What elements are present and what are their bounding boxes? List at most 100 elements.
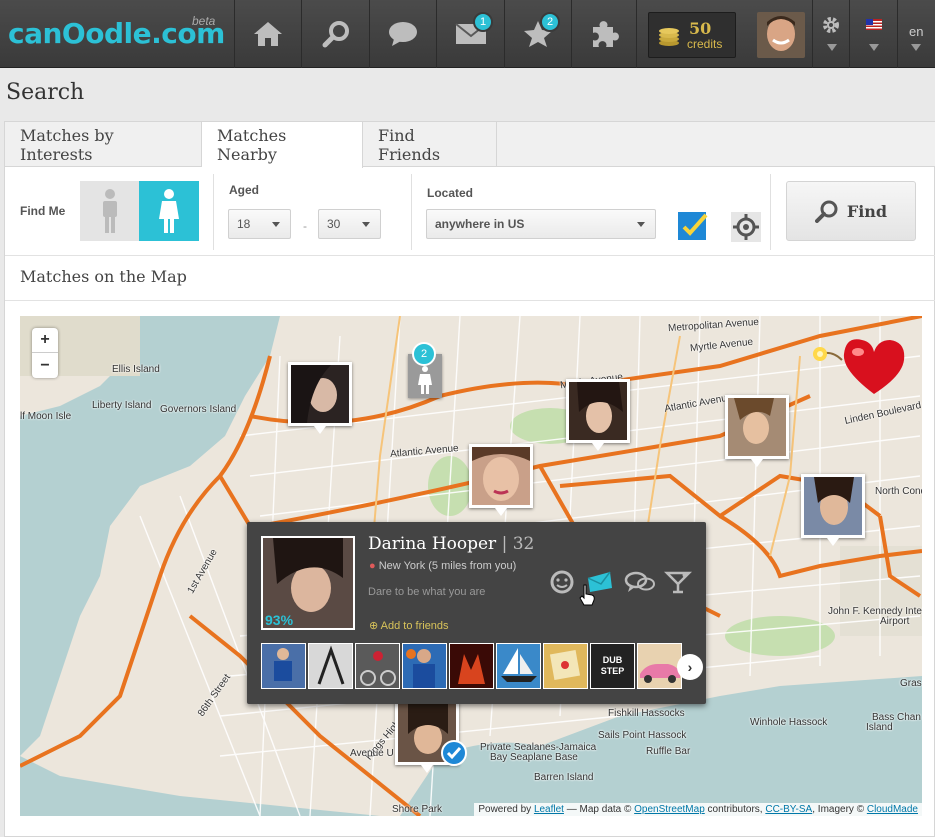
female-icon (418, 366, 432, 394)
search-icon (814, 200, 838, 223)
age-from-select[interactable]: 18 (228, 209, 291, 239)
age-separator: - (303, 219, 307, 233)
add-to-friends-link[interactable]: ⊕ Add to friends (369, 619, 449, 632)
interest-thumbnail[interactable] (402, 643, 447, 689)
chat-bubble-icon[interactable] (624, 570, 656, 594)
cocktail-icon[interactable] (664, 570, 692, 594)
attribution-text: Powered by (478, 804, 532, 815)
map-label: Avenue U (350, 748, 394, 759)
profile-photo (472, 447, 530, 505)
divider (411, 174, 412, 250)
user-avatar[interactable] (757, 12, 805, 58)
interest-thumbnail[interactable] (308, 643, 353, 689)
located-label: Located (427, 186, 474, 200)
profile-motto: Dare to be what you are (368, 586, 486, 598)
profile-popup: 93% Darina Hooper | 32 ● New York (5 mil… (247, 522, 706, 704)
profile-pin[interactable] (288, 362, 352, 434)
coins-icon (659, 28, 679, 46)
map-label: Shore Park (392, 804, 443, 815)
chevron-down-icon (637, 222, 645, 227)
zoom-in-button[interactable]: + (32, 328, 58, 353)
map-label: Ruffle Bar (646, 746, 691, 757)
attribution-text: , Imagery © (812, 804, 865, 815)
site-logo[interactable]: canOodle.com beta (0, 0, 235, 68)
map-label: Bay Seaplane Base (490, 752, 578, 763)
find-button-label: Find (846, 201, 888, 221)
attribution-text: — Map data © (563, 804, 632, 815)
tab-find-friends[interactable]: Find Friends (363, 122, 497, 167)
nav-apps-button[interactable] (572, 0, 637, 68)
attribution-text: contributors, (707, 804, 763, 815)
tab-bar: Matches by Interests Matches Nearby Find… (5, 122, 935, 168)
tab-matches-nearby[interactable]: Matches Nearby (202, 122, 363, 168)
nav-home-button[interactable] (235, 0, 302, 68)
chevron-down-icon (272, 222, 280, 227)
zoom-out-button[interactable]: − (32, 353, 58, 378)
verified-check-icon (441, 740, 467, 766)
page-title: Search (6, 80, 85, 105)
puzzle-icon (593, 21, 619, 47)
location-select[interactable]: anywhere in US (426, 209, 656, 239)
gender-female-button[interactable] (139, 181, 199, 241)
interest-thumbnail[interactable] (355, 643, 400, 689)
map-label: Governors Island (160, 404, 237, 415)
cc-by-sa-link[interactable]: CC-BY-SA (765, 804, 812, 815)
tab-matches-by-interests[interactable]: Matches by Interests (5, 122, 202, 167)
profile-pin[interactable] (566, 379, 630, 451)
gender-male-button[interactable] (80, 181, 140, 241)
chevron-down-icon (362, 222, 370, 227)
nav-chat-button[interactable] (370, 0, 437, 68)
next-thumbnails-button[interactable]: › (677, 654, 703, 680)
profile-pin[interactable] (725, 395, 789, 467)
settings-menu-button[interactable] (812, 0, 850, 68)
search-icon (322, 21, 349, 48)
age-separator: | (501, 534, 508, 554)
cloudmade-link[interactable]: CloudMade (867, 804, 918, 815)
male-icon (103, 189, 117, 233)
aged-label: Aged (229, 183, 259, 197)
nav-messages-button[interactable]: 1 (437, 0, 505, 68)
nav-search-button[interactable] (302, 0, 370, 68)
interest-thumbnail[interactable] (637, 643, 682, 689)
map-label: Winhole Hassock (750, 717, 828, 728)
us-flag-icon (865, 18, 882, 30)
chevron-down-icon (911, 44, 921, 51)
nav-favorites-button[interactable]: 2 (505, 0, 572, 68)
favorites-badge: 2 (540, 12, 560, 32)
heart-bomb-icon[interactable] (802, 330, 912, 400)
interest-thumbnail[interactable] (543, 643, 588, 689)
profile-location: ● New York (5 miles from you) (369, 560, 516, 572)
profile-photo (804, 477, 862, 535)
openstreetmap-link[interactable]: OpenStreetMap (634, 804, 705, 815)
chevron-down-icon (827, 44, 837, 51)
popup-profile-photo[interactable]: 93% (261, 536, 355, 630)
smile-icon[interactable] (548, 570, 576, 594)
profile-age: 32 (512, 534, 535, 554)
interest-thumbnail[interactable] (496, 643, 541, 689)
female-icon (159, 189, 179, 233)
interest-thumbnail[interactable] (449, 643, 494, 689)
cluster-count-badge: 2 (412, 342, 436, 366)
foursquare-checkin-icon[interactable] (677, 211, 709, 241)
location-value: anywhere in US (435, 217, 525, 231)
profile-pin[interactable] (801, 474, 865, 546)
top-navigation-bar: canOodle.com beta 1 2 50 credits en (0, 0, 935, 68)
profile-photo (291, 365, 349, 423)
interest-thumbnail[interactable]: DUB STEP (590, 643, 635, 689)
language-selector[interactable]: en (909, 24, 923, 39)
map-label: North Cond (875, 486, 922, 497)
leaflet-link[interactable]: Leaflet (534, 804, 564, 815)
credits-button[interactable]: 50 credits (648, 12, 736, 58)
cluster-pin[interactable]: 2 (408, 342, 442, 398)
profile-name-text: Darina Hooper (368, 534, 497, 554)
find-button[interactable]: Find (786, 181, 916, 241)
locate-me-icon[interactable] (731, 212, 761, 242)
credits-label: credits (687, 37, 723, 51)
map-attribution: Powered by Leaflet — Map data © OpenStre… (474, 803, 922, 816)
age-to-select[interactable]: 30 (318, 209, 381, 239)
match-percent: 93% (265, 612, 294, 628)
country-menu-button[interactable] (850, 0, 898, 68)
profile-name[interactable]: Darina Hooper | 32 (368, 534, 534, 554)
interest-thumbnail[interactable] (261, 643, 306, 689)
profile-pin[interactable] (469, 444, 533, 516)
